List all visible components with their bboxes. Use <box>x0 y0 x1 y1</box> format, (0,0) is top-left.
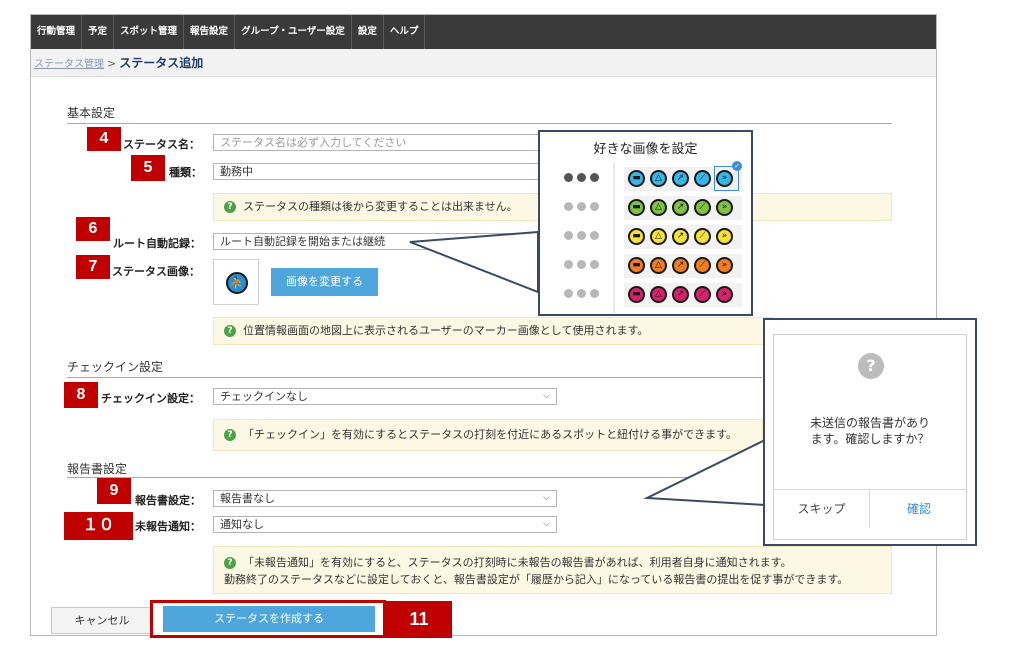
warning-icon[interactable]: △ <box>650 170 667 187</box>
palette-divider <box>613 163 615 313</box>
marker-thumb-icon[interactable] <box>577 173 586 182</box>
warning-icon[interactable]: △ <box>650 199 667 216</box>
chat-icon[interactable]: ▬ <box>628 199 645 216</box>
marker-thumb-icon[interactable] <box>564 289 573 298</box>
chat-icon[interactable]: ▬ <box>628 170 645 187</box>
dialog-message-line1: 未送信の報告書があり <box>809 416 930 430</box>
running-icon[interactable]: » <box>716 286 733 303</box>
marker-thumb-icon[interactable] <box>590 289 599 298</box>
marker-thumb-icon[interactable] <box>590 260 599 269</box>
marker-thumb-icon[interactable] <box>564 202 573 211</box>
marker-thumb-icon[interactable] <box>577 289 586 298</box>
wrench-icon[interactable]: ⟋ <box>694 257 711 274</box>
walking-icon[interactable]: ↗ <box>672 286 689 303</box>
wrench-icon[interactable]: ⟋ <box>694 170 711 187</box>
wrench-icon[interactable]: ⟋ <box>694 199 711 216</box>
image-palette-callout: 好きな画像を設定 ▬ △ ↗ ⟋» ▬ △ ↗ ⟋» ▬ △ ↗ ⟋» ▬ △ ↗ ⟋» ▬ △ ↗ ⟋» ✓ <box>538 130 753 316</box>
confirm-dialog: ? 未送信の報告書があり ます。確認しますか？ スキップ 確認 <box>773 334 967 540</box>
skip-button[interactable]: スキップ <box>774 490 870 528</box>
marker-thumb-icon[interactable] <box>590 173 599 182</box>
running-icon[interactable]: » <box>716 199 733 216</box>
question-icon: ? <box>858 353 884 379</box>
wrench-icon[interactable]: ⟋ <box>694 228 711 245</box>
marker-thumb-icon[interactable] <box>577 231 586 240</box>
marker-thumb-icon[interactable] <box>564 173 573 182</box>
check-icon: ✓ <box>732 161 742 171</box>
marker-thumb-icon[interactable] <box>590 231 599 240</box>
dialog-message: 未送信の報告書があり ます。確認しますか？ <box>774 415 966 447</box>
image-callout-pointer <box>409 230 539 294</box>
running-icon[interactable]: » <box>716 228 733 245</box>
marker-thumb-icon[interactable] <box>577 202 586 211</box>
warning-icon[interactable]: △ <box>650 286 667 303</box>
image-callout-caption: 好きな画像を設定 <box>593 142 698 157</box>
marker-thumb-icon[interactable] <box>590 202 599 211</box>
dialog-button-row: スキップ 確認 <box>774 489 967 528</box>
warning-icon[interactable]: △ <box>650 257 667 274</box>
walking-icon[interactable]: ↗ <box>672 228 689 245</box>
warning-icon[interactable]: △ <box>650 228 667 245</box>
marker-thumb-icon[interactable] <box>564 231 573 240</box>
marker-thumb-icon[interactable] <box>564 260 573 269</box>
wrench-icon[interactable]: ⟋ <box>694 286 711 303</box>
dialog-callout-pointer <box>643 438 766 507</box>
walking-icon[interactable]: ↗ <box>672 257 689 274</box>
chat-icon[interactable]: ▬ <box>628 257 645 274</box>
running-icon[interactable]: » <box>716 257 733 274</box>
marker-thumb-icon[interactable] <box>577 260 586 269</box>
confirm-button[interactable]: 確認 <box>871 490 967 528</box>
chat-icon[interactable]: ▬ <box>628 228 645 245</box>
walking-icon[interactable]: ↗ <box>672 199 689 216</box>
walking-icon[interactable]: ↗ <box>672 170 689 187</box>
unsent-report-dialog-callout: ? 未送信の報告書があり ます。確認しますか？ スキップ 確認 <box>763 318 977 546</box>
chat-icon[interactable]: ▬ <box>628 286 645 303</box>
dialog-message-line2: ます。確認しますか？ <box>810 432 930 446</box>
